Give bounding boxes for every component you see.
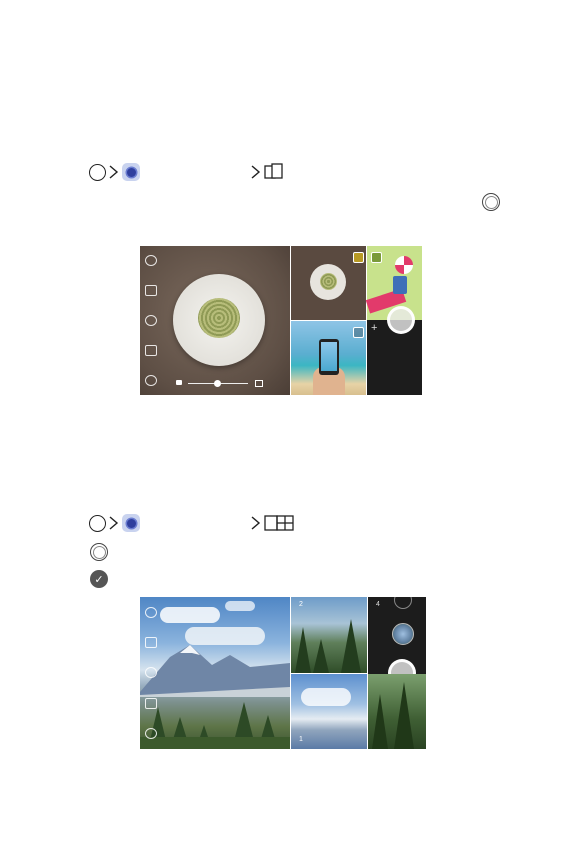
cell-badge-icon [353, 252, 364, 263]
pine-trees [372, 682, 414, 749]
camera-small-icon [176, 380, 182, 385]
mode-icon[interactable] [145, 285, 157, 297]
camera-app-icon [122, 163, 140, 181]
cell-number: 1 [299, 736, 303, 743]
chevron-right-icon [251, 516, 261, 530]
mountain-preview [140, 597, 290, 749]
cell-badge-icon [353, 327, 364, 338]
check-icon: ✓ [90, 570, 108, 588]
shutter-button[interactable] [387, 306, 415, 334]
control-panel: + [365, 246, 422, 395]
cell-badge-icon [371, 252, 382, 263]
ratio-icon[interactable] [145, 697, 157, 709]
filter-icon[interactable] [145, 314, 157, 326]
pine-trees [295, 619, 361, 673]
chevron-right-icon [109, 165, 119, 179]
section2-path [89, 513, 294, 533]
shutter-icon [90, 543, 108, 561]
cell-number: 4 [376, 601, 380, 608]
zoom-slider-thumb[interactable] [214, 380, 221, 387]
sky-thumb: 1 [291, 674, 367, 749]
cell-number: 2 [299, 601, 303, 608]
pine-trees [140, 702, 290, 749]
forest-thumb: 2 [291, 597, 367, 673]
control-panel: 4 [368, 597, 426, 749]
noodles [198, 298, 240, 338]
chevron-right-icon [251, 165, 261, 179]
noodles [320, 273, 337, 290]
phone-in-hand [393, 276, 407, 294]
filter-icon[interactable] [145, 667, 157, 679]
flash-icon[interactable] [145, 606, 157, 618]
add-plus-label[interactable]: + [371, 322, 377, 334]
grid-shot-screenshot: 2 1 4 [140, 597, 426, 749]
wide-lens-icon [255, 380, 263, 387]
side-toolbar [140, 246, 162, 395]
forest-strip [368, 674, 426, 749]
mode-icon[interactable] [145, 637, 157, 649]
gallery-thumb[interactable] [392, 623, 414, 645]
lollipop [395, 256, 413, 274]
side-toolbar [140, 597, 162, 749]
food-thumb [291, 246, 366, 320]
camera-app-icon [122, 514, 140, 532]
beach-thumb [291, 321, 366, 395]
cloud [301, 688, 351, 706]
shutter-icon [482, 193, 500, 211]
mountain-range [140, 645, 290, 697]
flash-icon[interactable] [145, 255, 157, 267]
home-circle-icon [89, 163, 106, 181]
ratio-icon[interactable] [145, 344, 157, 356]
chevron-right-icon [109, 516, 119, 530]
section1-path [89, 162, 284, 182]
settings-icon[interactable] [145, 374, 157, 386]
chevron-down-icon[interactable] [394, 597, 412, 609]
settings-icon[interactable] [145, 728, 157, 740]
square-mode-screenshot: + [140, 246, 422, 395]
phone-in-hand [319, 339, 339, 375]
food-preview [140, 246, 290, 395]
grid-shot-mode-icon [264, 515, 294, 531]
cloud [160, 607, 220, 623]
square-snap-mode-icon [264, 163, 283, 179]
cloud [225, 601, 255, 611]
home-circle-icon [89, 514, 106, 532]
